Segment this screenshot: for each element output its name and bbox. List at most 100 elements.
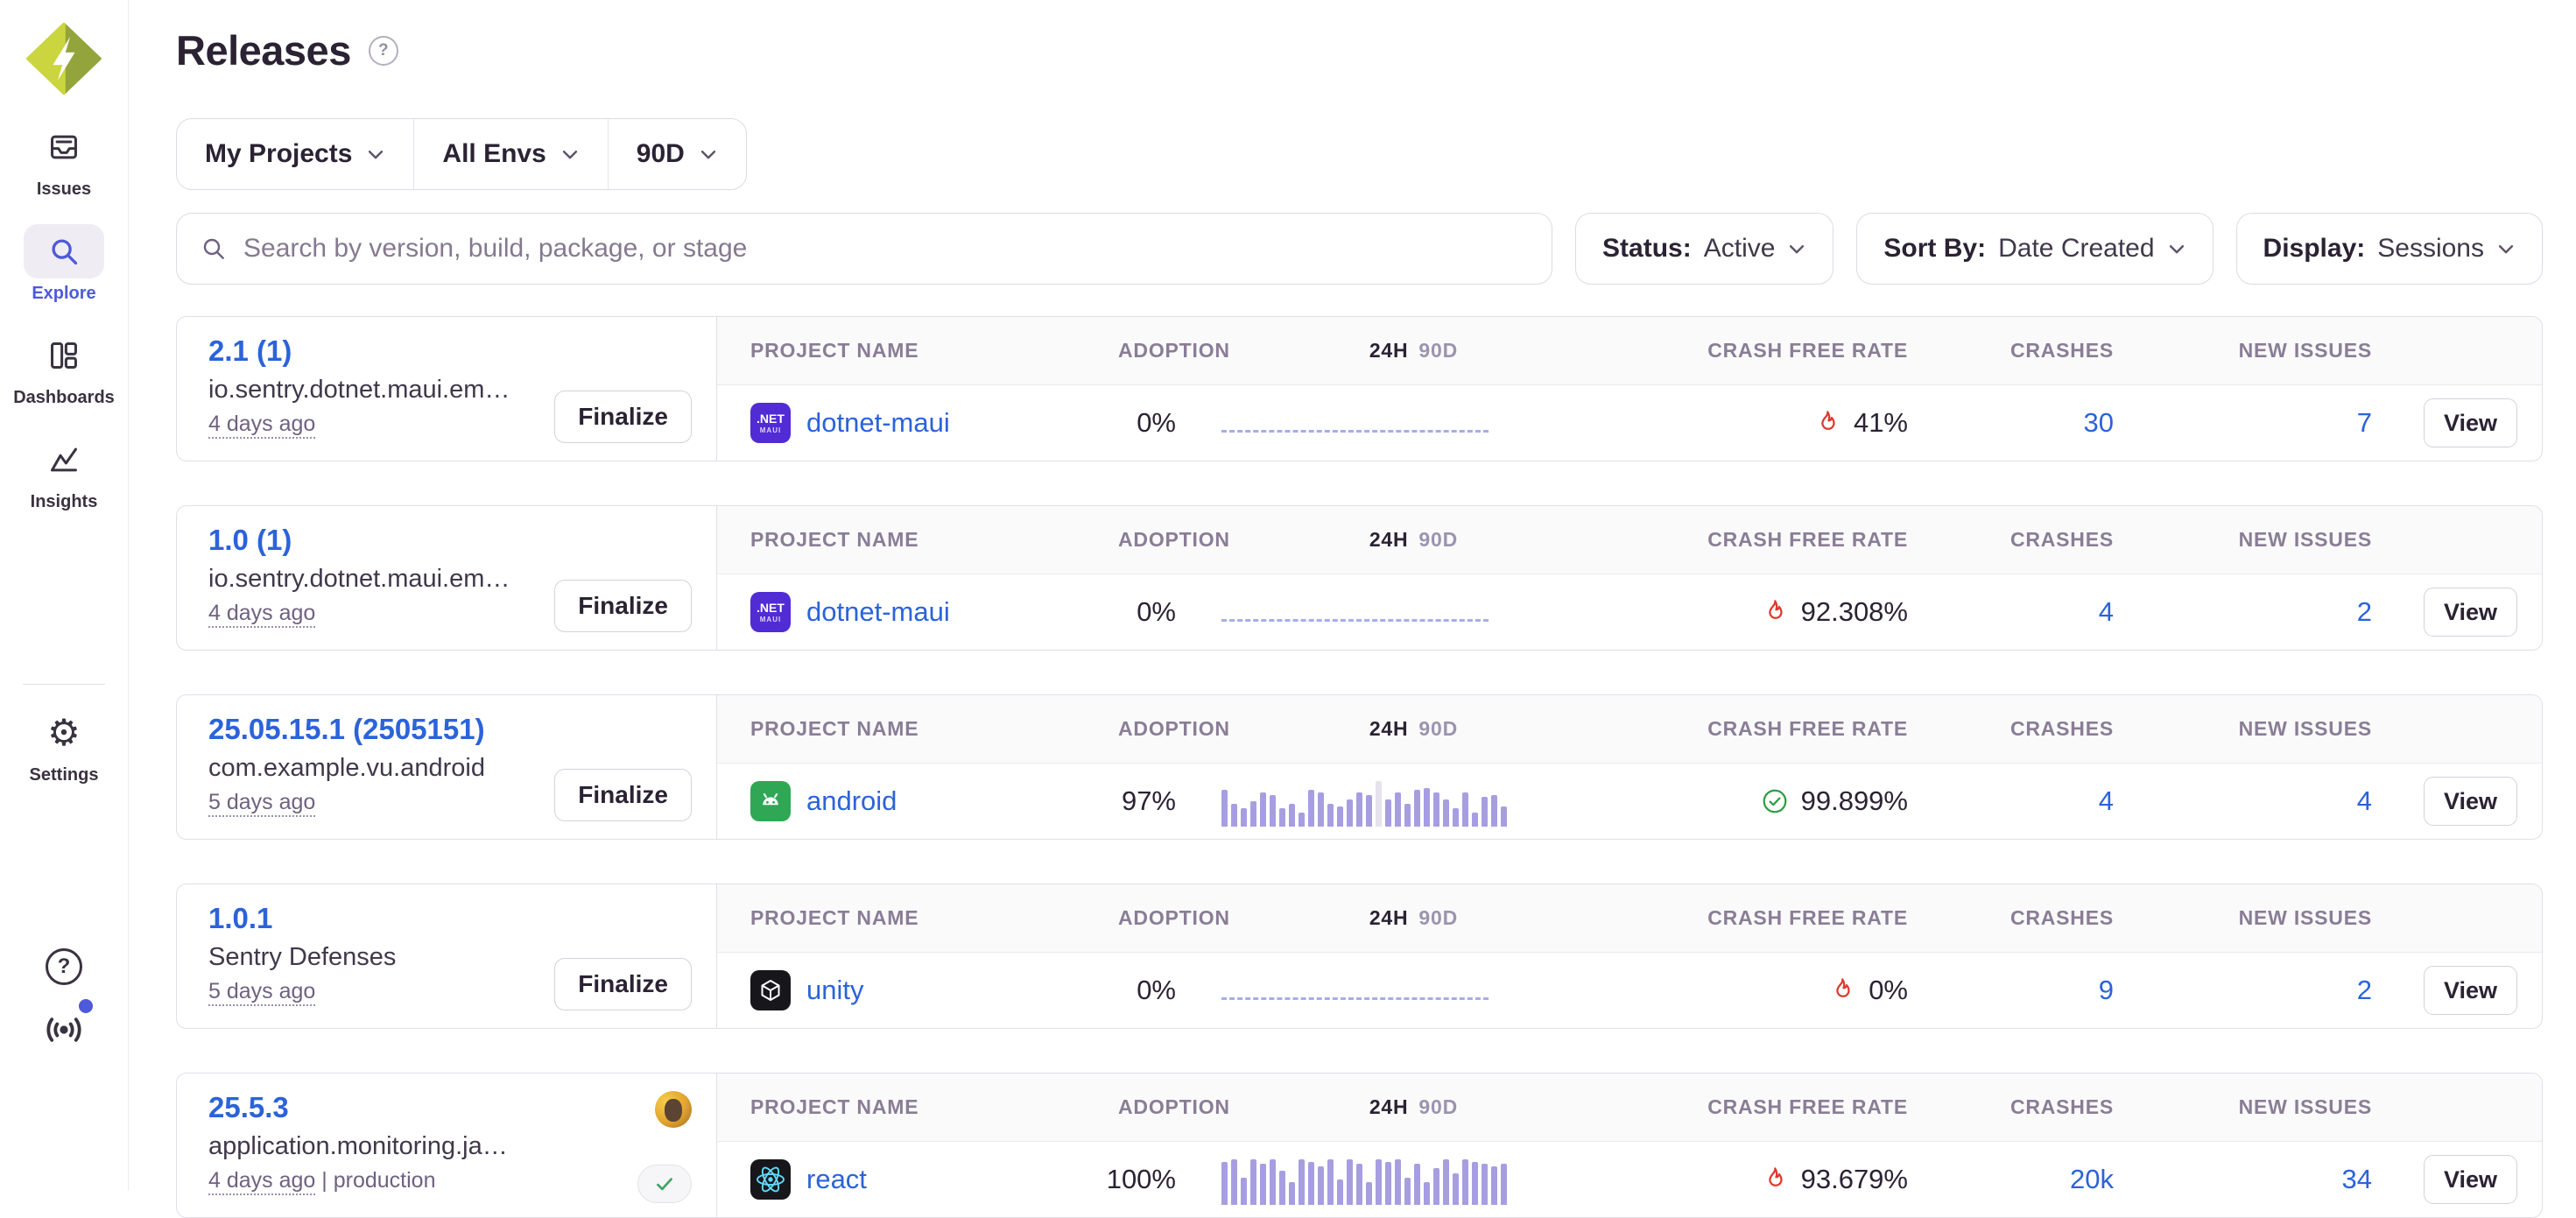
android-icon	[750, 781, 791, 821]
new-issues-link[interactable]: 4	[2357, 785, 2372, 816]
range-90d[interactable]: 90D	[1418, 717, 1458, 741]
release-package: io.sentry.dotnet.maui.em…	[208, 376, 510, 405]
release-card: 1.0.1Sentry Defenses5 days agoFinalizePr…	[176, 884, 2543, 1029]
dashboards-icon	[24, 328, 104, 383]
whats-new-button[interactable]	[44, 1010, 84, 1054]
column-header-project: Project Name	[717, 717, 1067, 741]
release-version-link[interactable]: 25.5.3	[208, 1091, 289, 1123]
release-table: Project NameAdoption24H90DCrash Free Rat…	[717, 506, 2542, 650]
release-date-text[interactable]: 5 days ago	[208, 979, 315, 1003]
new-issues-link[interactable]: 2	[2357, 596, 2372, 627]
project-filter-dropdown[interactable]: My Projects	[177, 119, 414, 189]
chart-range-toggle[interactable]: 24H 90D	[1369, 717, 1458, 741]
release-info: 1.0 (1)io.sentry.dotnet.maui.em…4 days a…	[177, 506, 717, 650]
view-button[interactable]: View	[2424, 1155, 2517, 1204]
project-row: react100%93.679%20k34View	[717, 1142, 2542, 1217]
release-card: 25.05.15.1 (2505151)com.example.vu.andro…	[176, 694, 2543, 840]
release-meta: 25.05.15.1 (2505151)com.example.vu.andro…	[208, 713, 485, 825]
chevron-down-icon	[2167, 239, 2186, 258]
adoption-value: 97%	[1067, 785, 1199, 817]
view-cell: View	[2407, 1155, 2542, 1204]
release-meta: 1.0 (1)io.sentry.dotnet.maui.em…4 days a…	[208, 524, 510, 636]
column-header-project: Project Name	[717, 339, 1067, 363]
release-date-text[interactable]: 4 days ago	[208, 601, 315, 625]
project-row: unity0%0%92View	[717, 953, 2542, 1028]
new-issues-link[interactable]: 34	[2342, 1164, 2372, 1194]
help-icon[interactable]: ?	[46, 948, 82, 985]
chevron-down-icon	[699, 144, 718, 164]
range-90d[interactable]: 90D	[1418, 339, 1458, 363]
adoption-sparkline	[1199, 764, 1514, 839]
release-card: 2.1 (1) io.sentry.dotnet.maui.em… 4 days a…	[176, 316, 2543, 461]
release-version-link[interactable]: 2.1 (1)	[208, 334, 292, 367]
sidebar-item-dashboards[interactable]: Dashboards	[13, 328, 115, 408]
crashes-link[interactable]: 9	[2099, 975, 2114, 1005]
toolbar: Status:Active Sort By:Date Created Displ…	[176, 213, 2543, 285]
release-date: 5 days ago	[208, 979, 396, 1004]
project-link[interactable]: unity	[806, 975, 863, 1006]
crashes-link[interactable]: 4	[2099, 785, 2114, 816]
crashes-link[interactable]: 4	[2099, 596, 2114, 627]
display-dropdown[interactable]: Display:Sessions	[2236, 213, 2543, 285]
range-24h[interactable]: 24H	[1369, 906, 1409, 930]
range-90d[interactable]: 90D	[1418, 1095, 1458, 1119]
view-button[interactable]: View	[2424, 398, 2517, 447]
project-link[interactable]: dotnet-maui	[806, 407, 950, 439]
new-issues-cell: 2	[2149, 596, 2407, 628]
sort-by-dropdown[interactable]: Sort By:Date Created	[1856, 213, 2213, 285]
range-24h[interactable]: 24H	[1369, 339, 1409, 363]
gear-icon: ⚙	[24, 706, 104, 760]
release-version-link[interactable]: 1.0 (1)	[208, 524, 292, 556]
chart-range-toggle[interactable]: 24H 90D	[1369, 339, 1458, 363]
release-version-link[interactable]: 1.0.1	[208, 902, 272, 934]
project-row: .NETMAUIdotnet-maui0%41%307View	[717, 385, 2542, 461]
avatar[interactable]	[655, 1091, 692, 1128]
release-date-text[interactable]: 4 days ago	[208, 1168, 315, 1193]
sidebar-item-issues[interactable]: Issues	[24, 120, 104, 200]
date-range-dropdown[interactable]: 90D	[609, 119, 746, 189]
help-circle-icon[interactable]: ?	[369, 36, 398, 66]
adoption-value: 0%	[1067, 407, 1199, 439]
release-date-text[interactable]: 5 days ago	[208, 790, 315, 814]
chevron-down-icon	[1787, 239, 1806, 258]
search-icon	[200, 235, 228, 263]
project-link[interactable]: dotnet-maui	[806, 596, 950, 628]
range-24h[interactable]: 24H	[1369, 717, 1409, 741]
sidebar-item-insights[interactable]: Insights	[24, 433, 104, 512]
release-version-link[interactable]: 25.05.15.1 (2505151)	[208, 713, 485, 745]
view-button[interactable]: View	[2424, 966, 2517, 1015]
finalize-button[interactable]: Finalize	[554, 958, 692, 1010]
release-date: 5 days ago	[208, 790, 485, 815]
new-issues-link[interactable]: 7	[2357, 407, 2372, 438]
project-link[interactable]: android	[806, 785, 897, 817]
chevron-down-icon	[366, 144, 385, 164]
range-90d[interactable]: 90D	[1418, 906, 1458, 930]
release-meta: 1.0.1Sentry Defenses5 days ago	[208, 902, 396, 1014]
chart-range-toggle[interactable]: 24H 90D	[1369, 528, 1458, 552]
status-dropdown[interactable]: Status:Active	[1575, 213, 1833, 285]
range-24h[interactable]: 24H	[1369, 1095, 1409, 1119]
sidebar-item-settings[interactable]: ⚙ Settings	[24, 706, 104, 785]
finalize-button[interactable]: Finalize	[554, 580, 692, 632]
project-cell: .NETMAUIdotnet-maui	[717, 403, 1067, 443]
crashes-link[interactable]: 20k	[2070, 1164, 2114, 1194]
new-issues-link[interactable]: 2	[2357, 975, 2372, 1005]
finalize-button[interactable]: Finalize	[554, 769, 692, 821]
release-info: 2.1 (1) io.sentry.dotnet.maui.em… 4 days a…	[177, 317, 717, 461]
sentry-logo[interactable]	[26, 23, 102, 99]
view-button[interactable]: View	[2424, 588, 2517, 637]
view-cell: View	[2407, 966, 2542, 1015]
adoption-value: 0%	[1067, 596, 1199, 628]
chart-range-toggle[interactable]: 24H 90D	[1369, 906, 1458, 930]
release-date-text[interactable]: 4 days ago	[208, 412, 315, 436]
release-table: Project NameAdoption24H90DCrash Free Rat…	[717, 317, 2542, 461]
range-24h[interactable]: 24H	[1369, 528, 1409, 552]
finalize-button[interactable]: Finalize	[554, 391, 692, 443]
range-90d[interactable]: 90D	[1418, 528, 1458, 552]
crashes-link[interactable]: 30	[2084, 407, 2114, 438]
view-button[interactable]: View	[2424, 777, 2517, 826]
search-input[interactable]	[242, 233, 1529, 264]
sidebar-item-explore[interactable]: Explore	[24, 224, 104, 304]
environment-filter-dropdown[interactable]: All Envs	[414, 119, 608, 189]
chart-range-toggle[interactable]: 24H 90D	[1369, 1095, 1458, 1119]
